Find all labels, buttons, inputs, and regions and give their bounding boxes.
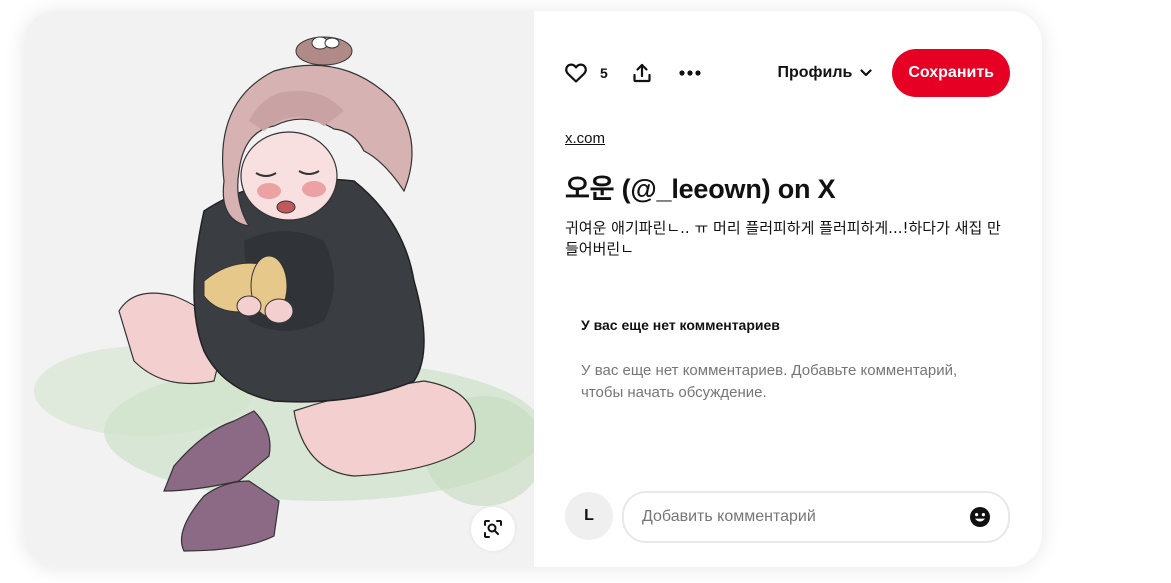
pin-title: 오운 (@_leeown) on X — [565, 174, 836, 204]
share-button[interactable] — [630, 61, 654, 85]
share-icon — [633, 63, 651, 83]
emoji-icon — [970, 507, 990, 527]
like-button[interactable] — [564, 61, 588, 85]
like-count: 5 — [600, 65, 608, 81]
comment-input[interactable] — [640, 507, 968, 527]
comments-heading: У вас еще нет комментариев — [581, 317, 780, 333]
pin-description: 귀여운 애기파린ㄴ.. ㅠ 머리 플러피하게 플러피하게...!하다가 새집 만… — [565, 219, 1001, 258]
pin-details: 5 Профиль Сохранить x.com 오운 (@_leeown) … — [534, 11, 1042, 567]
board-select[interactable]: Профиль — [777, 64, 872, 82]
pin-illustration — [34, 36, 534, 552]
board-select-label: Профиль — [777, 64, 853, 81]
more-options-button[interactable] — [678, 61, 702, 85]
visual-search-button[interactable] — [471, 507, 515, 551]
save-button[interactable]: Сохранить — [892, 49, 1010, 97]
emoji-button[interactable] — [968, 505, 992, 529]
comment-input-box[interactable] — [622, 491, 1010, 543]
pin-image[interactable] — [24, 11, 534, 567]
source-link[interactable]: x.com — [565, 130, 605, 147]
chevron-down-icon — [860, 69, 872, 77]
comments-empty-text: У вас еще нет комментариев. Добавьте ком… — [581, 362, 958, 401]
avatar[interactable]: L — [565, 492, 613, 540]
pin-toolbar: 5 Профиль Сохранить — [564, 49, 1010, 97]
heart-icon — [565, 63, 587, 83]
visual-search-icon — [484, 520, 502, 538]
more-icon — [679, 70, 701, 76]
avatar-initial: L — [584, 507, 594, 524]
pin-card: 5 Профиль Сохранить x.com 오운 (@_leeown) … — [24, 11, 1042, 567]
